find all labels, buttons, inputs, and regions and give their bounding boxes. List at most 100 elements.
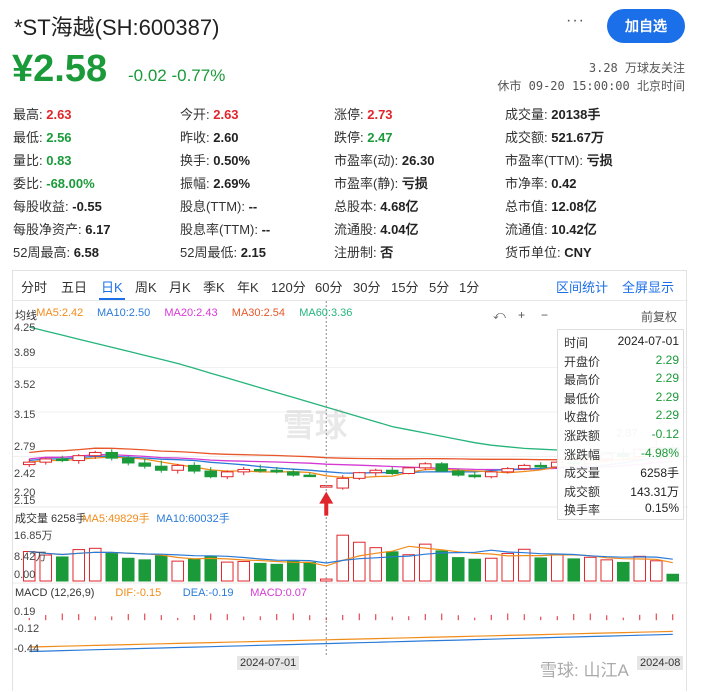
stat-label: 最低: (13, 130, 43, 145)
legend-item: MA5:49829手 (82, 513, 150, 525)
stat-label: 市净率: (505, 176, 548, 191)
volume-bar (55, 556, 69, 582)
macd-axis-label: -0.12 (14, 623, 40, 635)
tooltip-label: 成交量 (564, 466, 601, 481)
stat-value: 2.56 (42, 130, 72, 145)
candle-body (451, 470, 465, 476)
stat-item: 总市值: 12.08亿 (505, 196, 597, 215)
stat-value: 否 (376, 245, 394, 260)
macd-axis-label: 0.19 (14, 606, 36, 618)
volume-bar (72, 549, 86, 582)
stat-item: 成交额: 521.67万 (505, 127, 604, 146)
volume-bar (402, 554, 416, 582)
stat-item: 股息(TTM): -- (180, 196, 257, 215)
stat-item: 市盈率(动): 26.30 (334, 150, 434, 169)
tooltip-label: 最高价 (564, 373, 601, 388)
volume-bar (550, 554, 564, 582)
volume-bar (600, 559, 614, 582)
candle-body (237, 468, 251, 473)
legend-item: MA10:2.50 (97, 307, 151, 319)
volume-bar (633, 555, 647, 582)
candle-body (336, 477, 350, 489)
tooltip-label: 换手率 (564, 503, 601, 518)
stat-item: 每股净资产: 6.17 (13, 219, 111, 238)
stat-label: 市盈率(静): (334, 176, 399, 191)
candle-body (352, 472, 366, 479)
tooltip-value: 2.29 (655, 389, 679, 404)
stat-value: 0.42 (547, 176, 577, 191)
volume-bar (534, 557, 548, 582)
price-axis-label: 3.52 (14, 379, 36, 391)
candle-body (303, 474, 317, 478)
stat-item: 昨收: 2.60 (180, 127, 239, 146)
volume-bar (270, 563, 284, 582)
legend-item: MA60:3.36 (299, 307, 353, 319)
stat-item: 涨停: 2.73 (334, 104, 393, 123)
stat-value: 12.08亿 (547, 199, 597, 214)
adjust-price-toggle[interactable]: 前复权 (641, 308, 677, 325)
stat-value: 亏损 (398, 176, 428, 191)
market-status: 休市 09-20 15:00:00 北京时间 (497, 79, 685, 93)
current-price: ¥2.58 (12, 48, 108, 90)
stat-value: 2.63 (42, 107, 72, 122)
stat-value: 2.63 (209, 107, 239, 122)
zoom-out-icon[interactable]: − (541, 308, 548, 322)
undo-icon[interactable]: ⤺ (493, 308, 506, 323)
stat-label: 成交量: (505, 107, 548, 122)
stat-label: 每股净资产: (13, 222, 82, 237)
volume-bar (105, 552, 119, 582)
candle-body (435, 463, 449, 472)
add-watchlist-button[interactable]: 加自选 (607, 9, 685, 43)
candle-body (55, 458, 69, 462)
price-axis-label: 3.15 (14, 409, 36, 421)
tooltip-value: 2.29 (655, 408, 679, 423)
stat-label: 注册制: (334, 245, 377, 260)
volume-bar (352, 541, 366, 582)
volume-bar (468, 558, 482, 582)
stat-label: 货币单位: (505, 245, 561, 260)
tooltip-value: 0.15% (644, 501, 679, 516)
stat-item: 市盈率(TTM): 亏损 (505, 150, 613, 169)
candle-body (418, 463, 432, 469)
macd-line (29, 633, 673, 653)
volume-bar (171, 560, 185, 582)
stat-label: 市盈率(TTM): (505, 153, 583, 168)
stat-label: 市盈率(动): (334, 153, 399, 168)
legend-item: 成交量 6258手 (15, 513, 87, 525)
stat-label: 最高: (13, 107, 43, 122)
stat-value: 10.42亿 (547, 222, 597, 237)
candle-body (286, 471, 300, 476)
price-axis-label: 3.89 (14, 347, 36, 359)
candle-body (138, 462, 152, 467)
price-axis-label: 2.15 (14, 495, 36, 507)
tooltip-label: 涨跌额 (564, 429, 601, 443)
candle-body (402, 467, 416, 474)
watermark-logo: 雪球 (283, 407, 348, 443)
candle-body (39, 458, 53, 463)
volume-axis-label: 0.00 (14, 569, 36, 581)
candle-body (187, 464, 201, 472)
stat-item: 流通股: 4.04亿 (334, 219, 419, 238)
volume-bar (154, 555, 168, 582)
stat-label: 股息(TTM): (180, 199, 245, 214)
tooltip-value: 143.31万 (630, 484, 679, 499)
volume-bar (88, 547, 102, 582)
price-axis-label: 2.42 (14, 468, 36, 480)
candle-body (385, 469, 399, 474)
volume-bar (253, 562, 267, 582)
zoom-in-icon[interactable]: + (518, 308, 525, 322)
stat-item: 最低: 2.56 (13, 127, 72, 146)
more-icon[interactable]: ··· (566, 12, 585, 30)
stat-value: 2.73 (363, 107, 393, 122)
volume-bar (418, 543, 432, 582)
crosshair-date-label: 2024-07-01 (237, 656, 300, 670)
candle-body (220, 471, 234, 478)
candle-body (121, 457, 135, 464)
stock-title: *ST海越(SH:600387) (14, 15, 220, 40)
stat-value: 0.83 (42, 153, 72, 168)
stat-item: 委比: -68.00% (13, 173, 95, 192)
volume-bar (435, 550, 449, 582)
stat-label: 流通股: (334, 222, 377, 237)
stat-item: 每股收益: -0.55 (13, 196, 102, 215)
stat-label: 总市值: (505, 199, 548, 214)
